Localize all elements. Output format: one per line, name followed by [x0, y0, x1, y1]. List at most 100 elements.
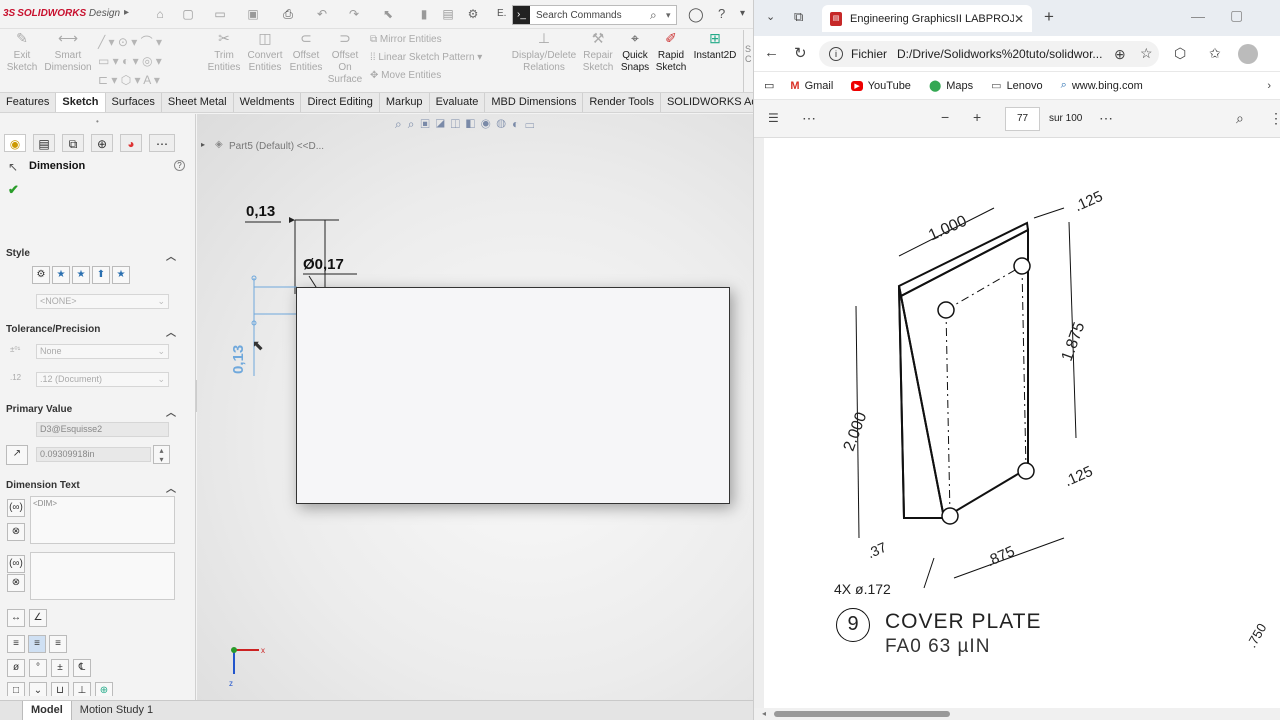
- configuration-manager-tab-icon[interactable]: ⧉: [62, 134, 84, 152]
- scroll-thumb[interactable]: [774, 711, 950, 717]
- more-symbols-icon[interactable]: ⊕: [95, 682, 113, 696]
- more-options-icon[interactable]: ⋯: [802, 110, 816, 127]
- zoom-out-icon[interactable]: −: [941, 109, 949, 125]
- line-tool-icon[interactable]: ╱ ▾ ⊙ ▾ ⌒ ▾: [98, 35, 162, 49]
- square-symbol-icon[interactable]: □: [7, 682, 25, 696]
- convert-entities-button[interactable]: ◫ Convert Entities: [244, 31, 286, 74]
- tab-weldments[interactable]: Weldments: [234, 93, 302, 112]
- url-text[interactable]: D:/Drive/Solidworks%20tuto/solidwor...: [897, 47, 1102, 61]
- mirror-entities-button[interactable]: ⧉ Mirror Entities: [370, 34, 442, 45]
- delete-style-icon[interactable]: ★: [72, 266, 90, 284]
- tolerance-section-header[interactable]: Tolerance/Precision ︿: [6, 324, 176, 339]
- select-icon[interactable]: ⬉: [380, 7, 396, 21]
- collapse-caret-icon[interactable]: ︿: [166, 324, 176, 339]
- favorite-star-icon[interactable]: ☆: [1140, 45, 1153, 62]
- address-bar[interactable]: i Fichier D:/Drive/Solidworks%20tuto/sol…: [819, 41, 1159, 67]
- offset-on-surface-button[interactable]: ⊃ Offset On Surface: [326, 31, 364, 86]
- tab-motion-study-1[interactable]: Motion Study 1: [72, 701, 161, 720]
- print-icon[interactable]: ⎙: [280, 7, 296, 21]
- horizontal-scrollbar[interactable]: ◂: [754, 708, 1280, 720]
- ok-check-icon[interactable]: ✔: [8, 182, 19, 198]
- zoom-in-icon[interactable]: +: [973, 109, 981, 125]
- tab-sheet-metal[interactable]: Sheet Metal: [162, 93, 234, 112]
- centerline-symbol-icon[interactable]: ℄: [73, 659, 91, 677]
- dimension-text-box-1[interactable]: <DIM>: [30, 496, 175, 544]
- align-left-icon[interactable]: ≡: [7, 635, 25, 653]
- rapid-sketch-button[interactable]: ✐ Rapid Sketch: [654, 31, 688, 74]
- add-parentheses-icon[interactable]: (∞): [7, 499, 25, 517]
- arrow-direction-icon[interactable]: ↗: [6, 445, 28, 465]
- default-style-icon[interactable]: ★: [52, 266, 70, 284]
- feature-tree-tab-icon[interactable]: ◉: [4, 134, 26, 152]
- dimension-text-box-2[interactable]: [30, 552, 175, 600]
- countersink-symbol-icon[interactable]: ⌄: [29, 682, 47, 696]
- tab-sketch[interactable]: Sketch: [56, 93, 106, 112]
- back-arrow-icon[interactable]: ←: [764, 44, 779, 61]
- user-account-icon[interactable]: ◯: [688, 6, 704, 23]
- redo-icon[interactable]: ↷: [346, 7, 362, 21]
- favorites-overflow-icon[interactable]: ›: [1267, 80, 1271, 92]
- offset-text-icon[interactable]: ↔: [7, 609, 25, 627]
- tab-direct-editing[interactable]: Direct Editing: [301, 93, 380, 112]
- value-spinner[interactable]: ▴ ▾: [153, 445, 170, 464]
- center-dimension-icon[interactable]: ⊗: [7, 523, 25, 541]
- search-commands-box[interactable]: ›_ Search Commands ⌕ ▾: [512, 5, 677, 25]
- dimension-text-section-header[interactable]: Dimension Text ︿: [6, 480, 176, 495]
- style-select[interactable]: <NONE> ⌄: [36, 294, 169, 309]
- favorite-lenovo[interactable]: ▭ Lenovo: [991, 79, 1043, 93]
- panel-collapse-handle[interactable]: •: [96, 117, 99, 126]
- tab-actions-chevron-icon[interactable]: ⌄: [766, 10, 775, 23]
- favorite-bing[interactable]: ⌕ www.bing.com: [1061, 79, 1143, 92]
- more-tabs-icon[interactable]: ⋯: [149, 134, 175, 152]
- home-icon[interactable]: ⌂: [152, 7, 168, 21]
- counterbore-symbol-icon[interactable]: ⊔: [51, 682, 69, 696]
- search-dropdown-icon[interactable]: ▾: [666, 10, 676, 21]
- rebuild-icon[interactable]: ▮: [416, 7, 432, 21]
- tab-mbd-dimensions[interactable]: MBD Dimensions: [485, 93, 584, 112]
- display-delete-relations-button[interactable]: ⊥ Display/Delete Relations: [510, 31, 578, 74]
- tab-features[interactable]: Features: [0, 93, 57, 112]
- load-style-icon[interactable]: ★: [112, 266, 130, 284]
- apply-style-icon[interactable]: ⚙: [32, 266, 50, 284]
- contents-list-icon[interactable]: ☰: [768, 111, 779, 125]
- profile-avatar[interactable]: [1238, 44, 1258, 64]
- dimension-label-vertical[interactable]: 0,13: [230, 345, 247, 374]
- center-dimension-icon[interactable]: ⊗: [7, 574, 25, 592]
- tolerance-type-select[interactable]: None ⌄: [36, 344, 169, 359]
- display-manager-tab-icon[interactable]: ◕: [120, 134, 142, 152]
- chevron-right-icon[interactable]: ▸: [124, 7, 129, 18]
- tab-render-tools[interactable]: Render Tools: [583, 93, 661, 112]
- favorite-gmail[interactable]: M Gmail: [790, 80, 833, 92]
- smart-dimension-button[interactable]: ⟷ Smart Dimension: [42, 31, 94, 74]
- help-dropdown-icon[interactable]: ▾: [740, 8, 745, 19]
- linear-pattern-dropdown-icon[interactable]: ▾: [477, 52, 482, 63]
- ribbon-overflow[interactable]: SC: [743, 30, 753, 92]
- options-gear-icon[interactable]: ⚙: [465, 7, 481, 21]
- page-number-input[interactable]: 77: [1005, 107, 1040, 131]
- repair-sketch-button[interactable]: ⚒ Repair Sketch: [580, 31, 616, 74]
- search-commands-input[interactable]: Search Commands: [530, 10, 650, 21]
- new-document-icon[interactable]: ▢: [180, 7, 196, 21]
- help-circle-icon[interactable]: ?: [174, 160, 185, 171]
- spin-down-icon[interactable]: ▾: [159, 455, 163, 464]
- favorite-youtube[interactable]: ▶ YouTube: [851, 80, 911, 92]
- pdf-search-icon[interactable]: ⌕: [1236, 110, 1244, 127]
- tab-surfaces[interactable]: Surfaces: [106, 93, 162, 112]
- offset-entities-button[interactable]: ⊂ Offset Entities: [288, 31, 324, 74]
- quick-snaps-button[interactable]: ⌖ Quick Snaps: [618, 31, 652, 74]
- sw-logo[interactable]: 3S SOLIDWORKS Design: [3, 8, 120, 19]
- maximize-icon[interactable]: ▢: [1230, 7, 1243, 24]
- dimxpert-tab-icon[interactable]: ⊕: [91, 134, 113, 152]
- dimension-label-diameter[interactable]: Ø0,17: [303, 256, 344, 273]
- collapse-caret-icon[interactable]: ︿: [166, 248, 176, 263]
- depth-symbol-icon[interactable]: ⊥: [73, 682, 91, 696]
- style-section-header[interactable]: Style ︿: [6, 248, 176, 263]
- tab-evaluate[interactable]: Evaluate: [430, 93, 486, 112]
- open-icon[interactable]: ▭: [212, 7, 228, 21]
- primary-value-section-header[interactable]: Primary Value ︿: [6, 404, 176, 419]
- pdf-more-icon[interactable]: ⋯: [1099, 110, 1113, 127]
- degree-symbol-icon[interactable]: °: [29, 659, 47, 677]
- refresh-icon[interactable]: ↻: [794, 44, 807, 62]
- tab-markup[interactable]: Markup: [380, 93, 430, 112]
- move-entities-button[interactable]: ✥ Move Entities: [370, 70, 441, 81]
